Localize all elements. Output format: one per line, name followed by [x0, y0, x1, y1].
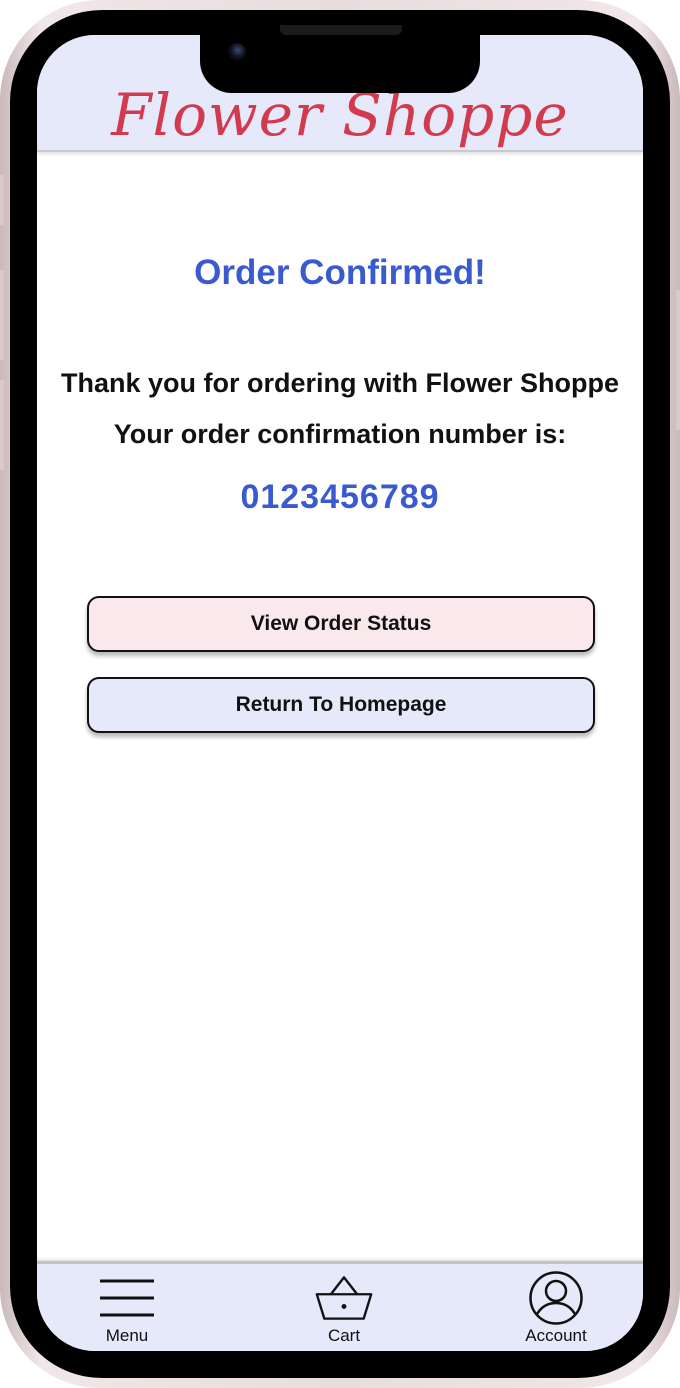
speaker-grille [280, 25, 402, 35]
return-to-homepage-label: Return To Homepage [235, 693, 447, 716]
front-camera-icon [228, 43, 246, 61]
nav-item-account[interactable]: Account [513, 1264, 599, 1351]
side-button [0, 380, 4, 470]
phone-frame: Flower Shoppe Order Confirmed! Thank you… [0, 0, 680, 1388]
confirmation-number: 0123456789 [240, 478, 440, 516]
side-button [0, 270, 4, 360]
phone-notch [200, 25, 480, 93]
thank-you-text: Thank you for ordering with Flower Shopp… [60, 368, 619, 398]
hamburger-menu-icon [97, 1270, 157, 1326]
user-circle-icon [526, 1270, 586, 1326]
return-to-homepage-button[interactable]: Return To Homepage [87, 677, 595, 733]
nav-label-account: Account [525, 1326, 587, 1345]
basket-icon [314, 1270, 374, 1326]
nav-label-menu: Menu [105, 1326, 149, 1345]
side-button [676, 290, 680, 430]
page-title: Order Confirmed! [194, 253, 486, 292]
nav-item-menu[interactable]: Menu [87, 1264, 167, 1351]
screen: Flower Shoppe Order Confirmed! Thank you… [37, 35, 643, 1351]
view-order-status-button[interactable]: View Order Status [87, 596, 595, 652]
view-order-status-label: View Order Status [250, 612, 432, 635]
nav-item-cart[interactable]: Cart [304, 1264, 384, 1351]
bottom-nav: Menu Cart Account [37, 1261, 643, 1351]
side-button [0, 175, 4, 225]
nav-label-cart: Cart [327, 1326, 361, 1345]
confirmation-label: Your order confirmation number is: [113, 419, 567, 449]
